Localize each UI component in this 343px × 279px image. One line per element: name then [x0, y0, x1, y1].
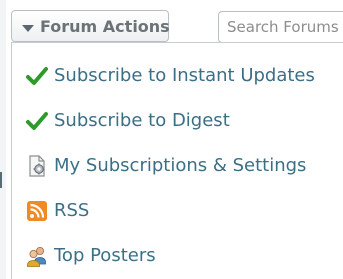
page-edge [0, 0, 6, 279]
menu-item-subscribe-instant[interactable]: Subscribe to Instant Updates [12, 53, 343, 98]
menu-item-top-posters[interactable]: Top Posters [12, 233, 343, 278]
document-gear-icon [29, 154, 45, 177]
menu-item-label: RSS [54, 200, 90, 221]
search-forums-input[interactable] [218, 11, 343, 43]
menu-item-label: Subscribe to Digest [54, 110, 230, 131]
check-icon [26, 111, 48, 130]
page-edge-marker [0, 172, 2, 188]
forum-actions-label: Forum Actions [40, 16, 170, 36]
users-icon [27, 246, 46, 267]
rss-icon [27, 200, 47, 221]
menu-item-label: Top Posters [54, 245, 156, 266]
forum-actions-button[interactable]: Forum Actions [11, 10, 170, 42]
caret-down-icon [22, 24, 34, 32]
menu-item-subscribe-digest[interactable]: Subscribe to Digest [12, 98, 343, 143]
menu-item-rss[interactable]: RSS [12, 188, 343, 233]
menu-item-label: Subscribe to Instant Updates [54, 65, 315, 86]
menu-item-my-subscriptions[interactable]: My Subscriptions & Settings [12, 143, 343, 188]
check-icon [26, 66, 48, 85]
menu-item-label: My Subscriptions & Settings [54, 155, 307, 176]
forum-actions-menu: Subscribe to Instant Updates Subscribe t… [11, 42, 343, 279]
